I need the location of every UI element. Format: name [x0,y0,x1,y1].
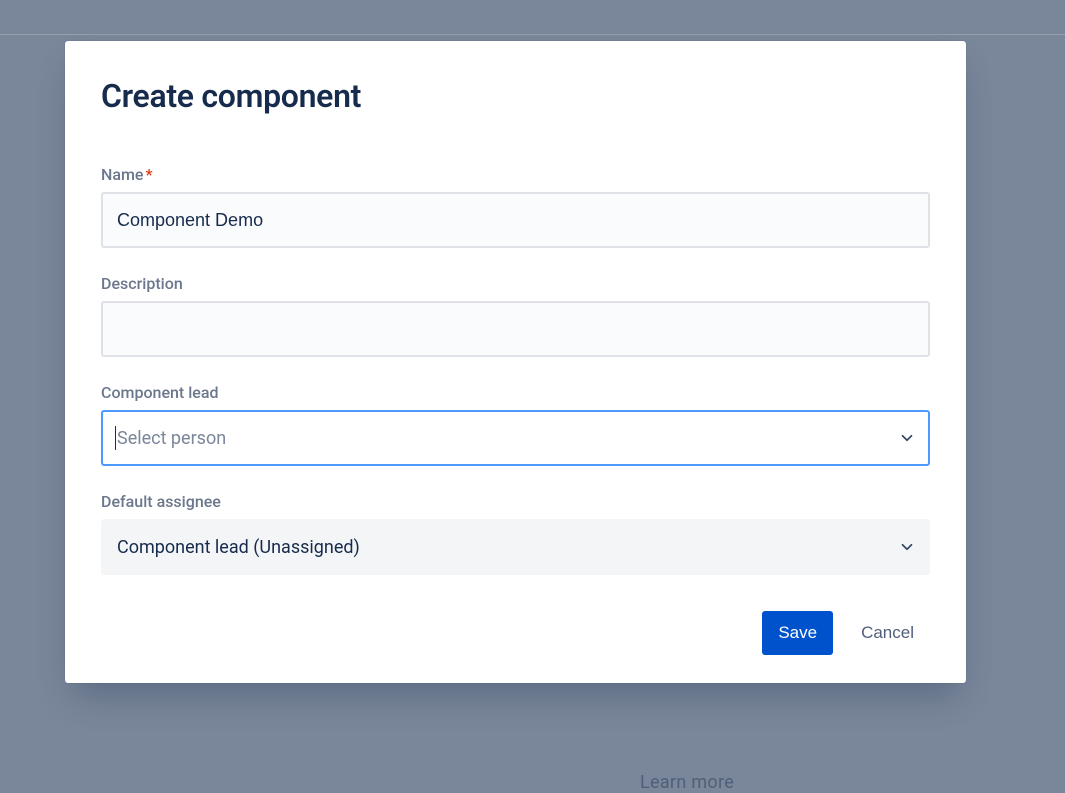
learn-more-link[interactable]: Learn more [640,772,734,793]
text-cursor [115,426,116,450]
cancel-button[interactable]: Cancel [845,611,930,655]
description-label: Description [101,274,930,293]
component-lead-field-group: Component lead Select person [101,383,930,466]
component-lead-select-wrapper: Select person [101,410,930,466]
required-asterisk: * [145,165,152,184]
default-assignee-label: Default assignee [101,492,930,511]
component-lead-select[interactable]: Select person [101,410,930,466]
default-assignee-select[interactable]: Component lead (Unassigned) [101,519,930,575]
description-field-group: Description [101,274,930,357]
modal-title: Create component [101,77,930,115]
button-row: Save Cancel [101,611,930,655]
description-input[interactable] [101,301,930,357]
save-button[interactable]: Save [762,611,833,655]
name-label-text: Name [101,165,143,184]
name-label: Name* [101,165,930,184]
default-assignee-value: Component lead (Unassigned) [117,537,360,558]
default-assignee-field-group: Default assignee Component lead (Unassig… [101,492,930,575]
component-lead-label: Component lead [101,383,930,402]
create-component-modal: Create component Name* Description Compo… [65,41,966,683]
default-assignee-select-wrapper: Component lead (Unassigned) [101,519,930,575]
name-field-group: Name* [101,165,930,248]
name-input[interactable] [101,192,930,248]
top-bar [0,0,1065,35]
component-lead-placeholder: Select person [117,428,226,449]
